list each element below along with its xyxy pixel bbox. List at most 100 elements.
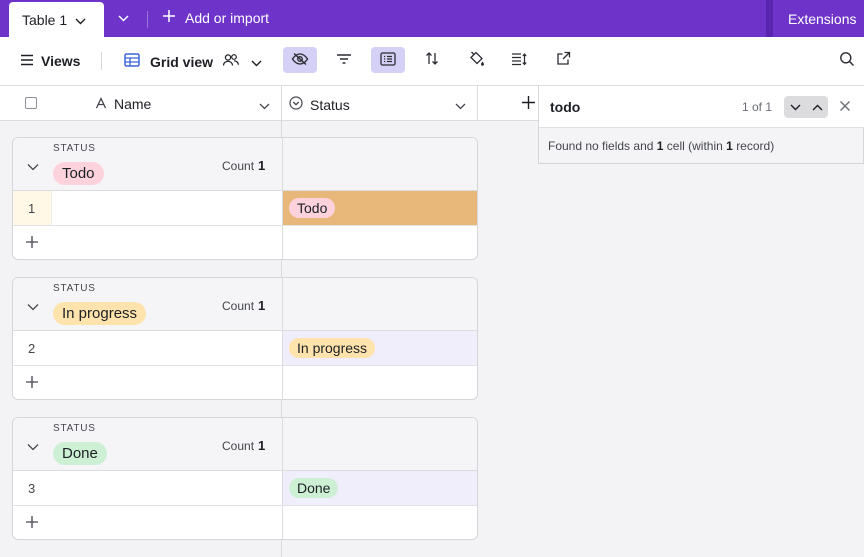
add-record-row[interactable] [13, 226, 477, 259]
column-divider [477, 86, 478, 121]
column-divider [281, 86, 282, 121]
tab-table-1[interactable]: Table 1 [9, 2, 104, 37]
add-record-row[interactable] [13, 506, 477, 539]
search-panel: 1 of 1 Found no fields and 1 cell (withi… [538, 86, 864, 164]
divider [766, 0, 773, 37]
table-row[interactable]: 2 In progress [13, 331, 477, 366]
extensions-button[interactable]: Extensions [788, 11, 856, 27]
column-name-label: Name [114, 96, 152, 112]
select-all-checkbox[interactable] [25, 97, 37, 109]
name-cell[interactable] [51, 331, 282, 365]
group-value-pill: In progress [53, 302, 147, 325]
divider [101, 52, 102, 70]
collapse-chevron-icon[interactable] [27, 299, 39, 314]
paint-bucket-icon [468, 51, 485, 70]
previous-result-chevron-up-icon[interactable] [806, 96, 828, 118]
search-input[interactable] [550, 99, 720, 115]
add-record-row[interactable] [13, 366, 477, 399]
single-select-icon [289, 96, 303, 113]
collaborative-people-icon [222, 53, 240, 70]
result-cells-count: 1 [656, 139, 664, 153]
name-cell[interactable] [51, 191, 282, 225]
close-icon[interactable] [839, 100, 851, 115]
column-divider [282, 506, 283, 539]
chevron-down-icon[interactable] [75, 12, 86, 28]
search-button[interactable] [830, 47, 864, 73]
count-label: Count [222, 159, 255, 173]
group-count: Count 1 [222, 438, 265, 453]
column-divider [282, 366, 283, 399]
grid-view-button[interactable]: Grid view [124, 53, 262, 70]
filter-button[interactable] [327, 47, 361, 73]
status-cell[interactable]: Done [283, 471, 477, 505]
group-header: STATUS Done Count 1 [13, 418, 477, 471]
group-field-label: STATUS [53, 283, 96, 294]
chevron-down-icon[interactable] [251, 54, 262, 70]
text-field-icon [95, 96, 107, 112]
column-header-status[interactable]: Status [289, 96, 350, 113]
table-row[interactable]: 1 Todo [13, 191, 477, 226]
add-or-import-button[interactable]: Add or import [162, 9, 269, 26]
row-number: 3 [28, 481, 36, 496]
group-field-label: STATUS [53, 143, 96, 154]
search-result-counter: 1 of 1 [742, 100, 773, 114]
add-or-import-label: Add or import [185, 9, 270, 26]
search-result-summary: Found no fields and 1 cell (within 1 rec… [548, 139, 774, 153]
view-toolbar: Views Grid view [0, 37, 864, 86]
status-cell[interactable]: In progress [283, 331, 477, 365]
views-button[interactable]: Views [20, 53, 80, 69]
plus-icon[interactable] [25, 235, 39, 252]
sort-button[interactable] [415, 47, 449, 73]
result-prefix: Found no fields and [548, 139, 654, 153]
color-button[interactable] [459, 47, 493, 73]
column-header-name[interactable]: Name [95, 96, 151, 112]
hamburger-menu-icon [20, 53, 34, 69]
tab-label: Table 1 [22, 11, 68, 28]
plus-icon[interactable] [25, 515, 39, 532]
column-divider [282, 418, 283, 471]
group-value-pill: Todo [53, 162, 104, 185]
filter-icon [336, 53, 352, 68]
column-divider [282, 278, 283, 331]
group-todo: STATUS Todo Count 1 1 Todo [12, 137, 478, 260]
row-height-icon [511, 52, 527, 69]
count-value: 1 [258, 438, 266, 453]
row-height-button[interactable] [502, 47, 536, 73]
group-in-progress: STATUS In progress Count 1 2 In progress [12, 277, 478, 400]
status-pill: In progress [289, 338, 376, 358]
result-suffix: record) [736, 139, 775, 153]
collapse-chevron-icon[interactable] [27, 439, 39, 454]
search-bar: 1 of 1 [539, 86, 864, 128]
grid-icon [124, 53, 140, 70]
chevron-down-icon[interactable] [455, 98, 466, 113]
grid-header: Name Status [0, 86, 538, 121]
group-count: Count 1 [222, 158, 265, 173]
plus-icon[interactable] [25, 375, 39, 392]
sort-arrows-icon [425, 51, 439, 69]
count-value: 1 [258, 298, 266, 313]
status-pill: Done [289, 478, 339, 498]
tables-menu-chevron-icon[interactable] [117, 11, 130, 29]
status-cell-highlighted[interactable]: Todo [283, 191, 477, 225]
next-result-chevron-down-icon[interactable] [784, 96, 806, 118]
column-divider [282, 138, 283, 191]
add-field-button[interactable] [521, 95, 536, 113]
table-row[interactable]: 3 Done [13, 471, 477, 506]
count-label: Count [222, 439, 255, 453]
top-bar: Table 1 Add or import Extensions [0, 0, 864, 37]
collapse-chevron-icon[interactable] [27, 159, 39, 174]
share-view-button[interactable] [546, 47, 580, 73]
divider [147, 11, 148, 28]
search-navigation [784, 96, 828, 118]
row-number: 2 [28, 341, 36, 356]
plus-icon [162, 9, 176, 26]
column-status-label: Status [310, 96, 350, 113]
group-button[interactable] [371, 47, 405, 73]
hide-fields-button[interactable] [283, 47, 317, 73]
group-icon [380, 51, 396, 69]
chevron-down-icon[interactable] [259, 98, 270, 113]
external-link-icon [556, 51, 571, 69]
group-done: STATUS Done Count 1 3 Done [12, 417, 478, 540]
search-icon [839, 51, 855, 70]
name-cell[interactable] [51, 471, 282, 505]
